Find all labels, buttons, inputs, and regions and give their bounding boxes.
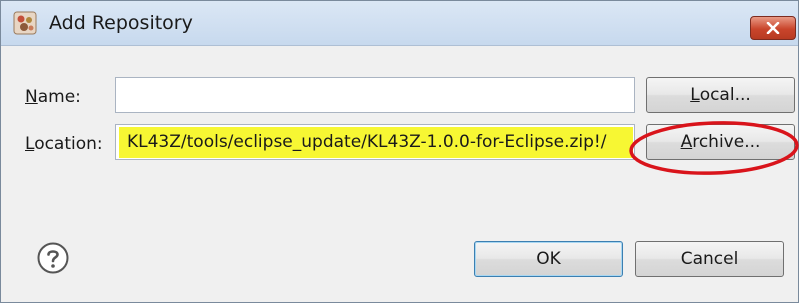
archive-button[interactable]: Archive... bbox=[646, 124, 795, 160]
close-button[interactable] bbox=[750, 16, 796, 40]
location-label: Location: bbox=[25, 134, 103, 154]
local-button[interactable]: Local... bbox=[646, 77, 795, 113]
eclipse-plugin-icon bbox=[13, 11, 37, 35]
dialog-body: Name: Local... Location: KL43Z/tools/ecl… bbox=[1, 46, 798, 302]
title-bar: Add Repository bbox=[1, 1, 798, 46]
location-value: KL43Z/tools/eclipse_update/KL43Z-1.0.0-f… bbox=[127, 132, 607, 152]
add-repository-dialog: Add Repository Name: Local... Location: … bbox=[0, 0, 799, 303]
help-icon[interactable] bbox=[37, 242, 69, 274]
close-icon bbox=[766, 22, 780, 34]
location-input[interactable]: KL43Z/tools/eclipse_update/KL43Z-1.0.0-f… bbox=[115, 124, 635, 160]
name-label: Name: bbox=[25, 87, 81, 107]
ok-button[interactable]: OK bbox=[474, 241, 623, 277]
cancel-button[interactable]: Cancel bbox=[635, 241, 784, 277]
name-input[interactable] bbox=[115, 77, 635, 113]
window-title: Add Repository bbox=[49, 12, 193, 34]
